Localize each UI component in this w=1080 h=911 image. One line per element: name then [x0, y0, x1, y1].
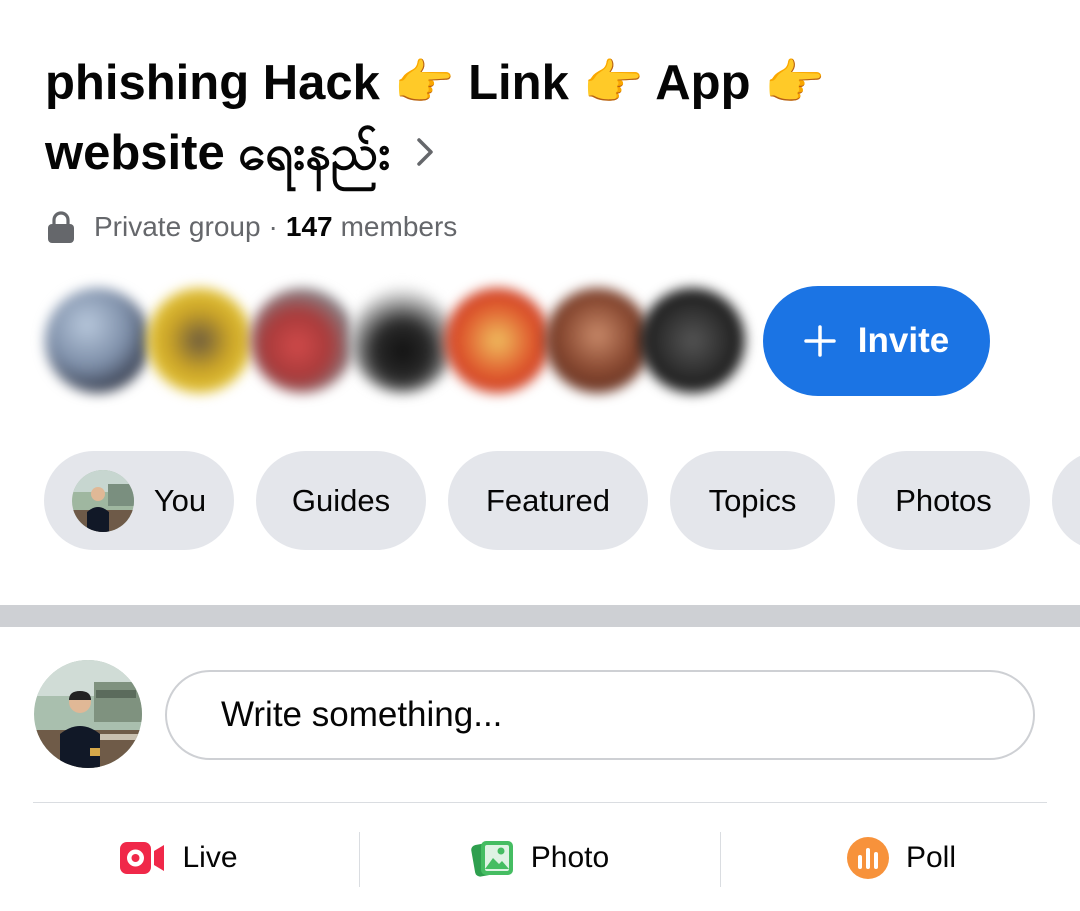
chip-photos[interactable]: Photos [857, 451, 1030, 550]
member-avatar[interactable] [640, 288, 745, 393]
composer-input[interactable]: Write something... [165, 670, 1035, 760]
invite-button[interactable]: Invite [763, 286, 990, 396]
chip-label: Topics [708, 482, 797, 518]
divider [359, 832, 360, 887]
poll-label: Poll [905, 841, 957, 874]
chip-label: Photos [895, 482, 992, 518]
chip-guides[interactable]: Guides [256, 451, 426, 550]
privacy-label: Private group [94, 211, 261, 242]
lock-icon [48, 211, 74, 243]
section-divider [0, 605, 1080, 627]
members-label[interactable]: members [341, 211, 458, 243]
member-avatar[interactable] [147, 288, 252, 393]
live-button[interactable]: Live [0, 828, 358, 888]
chip-topics[interactable]: Topics [670, 451, 835, 550]
group-meta: Private group · 147 members [46, 207, 457, 247]
meta-separator: · [268, 211, 278, 242]
group-title[interactable]: phishing Hack 👉 Link 👉 App 👉 website ရေး… [45, 48, 945, 191]
photo-button[interactable]: Photo [360, 828, 720, 888]
chevron-right-icon[interactable] [415, 117, 435, 187]
composer-placeholder: Write something... [221, 695, 503, 734]
member-avatar[interactable] [545, 288, 650, 393]
plus-icon [804, 325, 836, 357]
member-avatar[interactable] [350, 288, 455, 393]
group-tabs: You Guides Featured Topics Photos [44, 451, 1080, 551]
member-avatar[interactable] [445, 288, 550, 393]
divider [720, 832, 721, 887]
chip-label: Guides [291, 482, 391, 518]
chip-more[interactable] [1052, 451, 1080, 550]
member-avatars[interactable] [40, 280, 750, 405]
divider [33, 802, 1047, 803]
live-label: Live [182, 841, 238, 874]
composer-actions: Live Photo Poll [0, 828, 1080, 888]
live-video-icon [120, 842, 165, 874]
member-avatar[interactable] [250, 288, 355, 393]
chip-featured[interactable]: Featured [448, 451, 648, 550]
avatar [71, 469, 134, 532]
group-name: phishing Hack 👉 Link 👉 App 👉 website ရေး… [45, 56, 826, 180]
photo-icon [471, 841, 513, 877]
poll-button[interactable]: Poll [722, 828, 1080, 888]
photo-label: Photo [530, 841, 610, 874]
chip-label: You [153, 482, 207, 518]
poll-icon [846, 837, 889, 879]
invite-label: Invite [857, 321, 950, 360]
chip-you[interactable]: You [44, 451, 234, 550]
avatar[interactable] [34, 660, 142, 768]
chip-label: Featured [485, 482, 611, 518]
member-avatar[interactable] [45, 288, 150, 393]
member-count[interactable]: 147 [286, 211, 333, 243]
